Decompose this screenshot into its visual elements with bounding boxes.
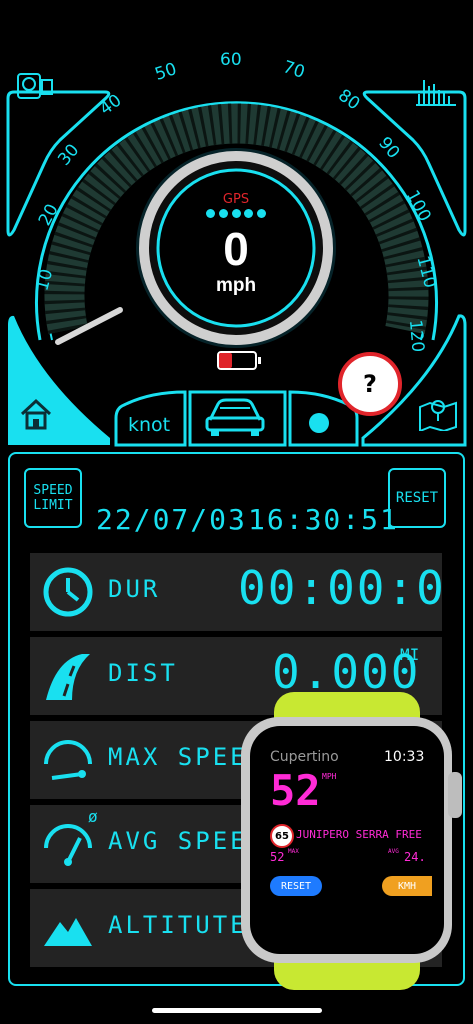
- watch-road-name: JUNIPERO SERRA FREE: [296, 828, 422, 841]
- mountain-icon: [42, 902, 94, 954]
- histogram-icon[interactable]: [416, 72, 456, 110]
- tick-label-120: 120: [404, 318, 428, 354]
- date-readout: 22/07/03: [96, 503, 247, 536]
- speed-unit: mph: [215, 275, 257, 296]
- gauge-avg-icon: [42, 818, 94, 870]
- car-icon[interactable]: [204, 394, 266, 442]
- speed-limit-button[interactable]: SPEED LIMIT: [24, 468, 82, 528]
- tick-label-60: 60: [220, 50, 242, 70]
- help-button[interactable]: ?: [338, 352, 402, 416]
- knot-button[interactable]: knot: [128, 414, 170, 436]
- reset-label: RESET: [395, 490, 439, 506]
- time-readout: 16:30:51: [248, 503, 399, 536]
- distance-label: DIST: [108, 659, 178, 687]
- watch-crown[interactable]: [448, 772, 462, 818]
- watch-max-value: 52: [270, 850, 285, 864]
- watch-time: 10:33: [384, 749, 425, 765]
- gauge-max-icon: [42, 734, 94, 786]
- watch-avg-value: 24.: [404, 850, 426, 864]
- gps-label: GPS: [222, 192, 250, 207]
- road-icon: [42, 650, 94, 702]
- watch-speed: 52: [270, 766, 321, 815]
- distance-unit: MI: [400, 645, 420, 664]
- camera-icon[interactable]: [16, 72, 54, 104]
- battery-icon: [217, 351, 261, 370]
- home-icon[interactable]: [18, 396, 54, 436]
- watch-screen: Cupertino 10:33 52 MPH 65 JUNIPERO SERRA…: [250, 726, 444, 954]
- avg-symbol: ø: [88, 807, 98, 826]
- watch-reset-button[interactable]: RESET: [270, 876, 322, 896]
- distance-value: 0.000: [272, 645, 421, 699]
- speed-value: 0: [223, 223, 249, 275]
- watch-city: Cupertino: [270, 749, 339, 765]
- clock-icon: [42, 566, 94, 618]
- home-indicator[interactable]: [152, 1008, 322, 1013]
- map-icon[interactable]: [418, 395, 458, 435]
- watch-max-label: MAX: [288, 848, 299, 855]
- speed-limit-label: SPEED LIMIT: [33, 483, 73, 513]
- watch-speed-limit-sign: 65: [270, 824, 294, 848]
- watch-speed-unit: MPH: [322, 772, 337, 781]
- duration-label: DUR: [108, 575, 161, 603]
- duration-value: 00:00:01: [238, 561, 442, 615]
- duration-row: DUR 00:00:01: [30, 553, 442, 631]
- gps-signal-dots: [206, 209, 266, 218]
- watch-avg-label: AVG: [388, 848, 399, 855]
- record-dot-icon[interactable]: [309, 413, 329, 433]
- watch-unit-button[interactable]: KMH: [382, 876, 432, 896]
